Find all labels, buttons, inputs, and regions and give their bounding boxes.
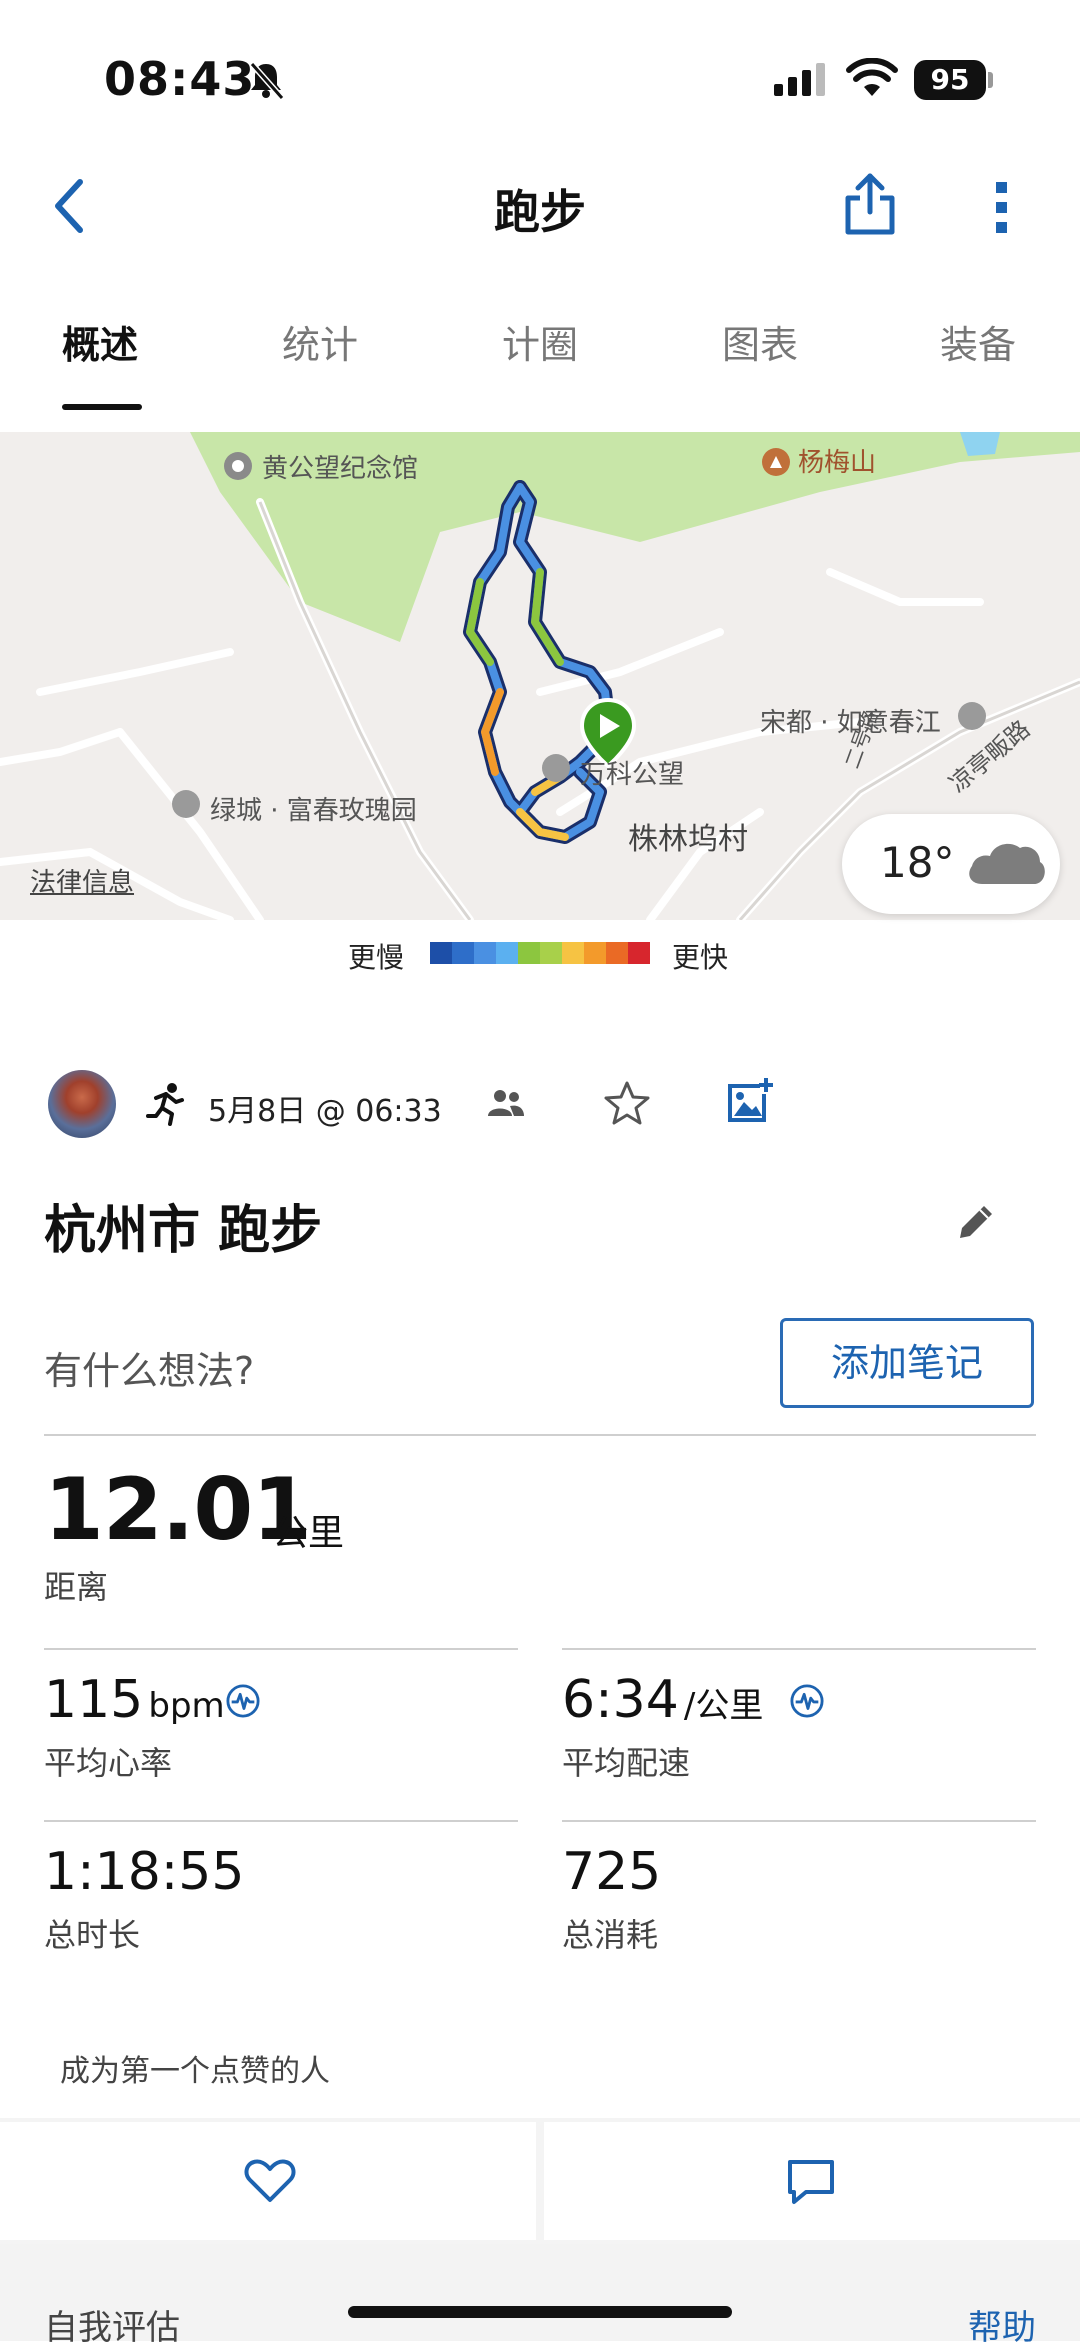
battery-indicator: 95 <box>914 60 986 100</box>
divider <box>44 1820 518 1822</box>
battery-tip <box>988 72 993 88</box>
duration-label: 总时长 <box>44 1916 141 1954</box>
legend-slower-label: 更慢 <box>348 941 405 974</box>
tab-gear[interactable]: 装备 <box>940 314 1016 369</box>
duration-value: 1:18:55 <box>44 1842 245 1902</box>
edit-pencil-icon[interactable] <box>956 1202 996 1242</box>
note-prompt[interactable]: 有什么想法? <box>44 1340 254 1395</box>
legend-swatch <box>496 942 518 964</box>
legend-swatch <box>518 942 540 964</box>
legend-swatch <box>452 942 474 964</box>
wifi-icon <box>846 58 898 96</box>
pace-value: 6:34 <box>562 1670 679 1730</box>
help-link[interactable]: 帮助 <box>968 2300 1036 2349</box>
activity-title: 杭州市 跑步 <box>44 1201 323 1261</box>
legend-swatch <box>540 942 562 964</box>
distance-value: 12.01 <box>44 1460 312 1560</box>
star-icon[interactable] <box>604 1080 650 1126</box>
legend-swatch <box>430 942 452 964</box>
legend-swatch <box>628 942 650 964</box>
privacy-people-icon[interactable] <box>486 1088 526 1118</box>
map-label-lvcheng: 绿城 · 富春玫瑰园 <box>210 796 417 826</box>
add-note-button[interactable]: 添加笔记 <box>780 1318 1034 1408</box>
heart-icon[interactable] <box>244 2158 296 2204</box>
activity-datetime: 5月8日 @ 06:33 <box>208 1094 442 1129</box>
map-label-zhulin: 株林坞村 <box>628 822 748 857</box>
tab-charts[interactable]: 图表 <box>722 314 798 369</box>
tab-overview[interactable]: 概述 <box>62 314 138 369</box>
page-title: 跑步 <box>494 185 586 239</box>
legend-swatch <box>606 942 628 964</box>
silent-bell-icon <box>249 62 285 100</box>
legend-swatch <box>584 942 606 964</box>
weather-temperature: 18° <box>880 838 955 887</box>
distance-label: 距离 <box>44 1568 109 1606</box>
avatar[interactable] <box>48 1070 116 1138</box>
legal-info-link[interactable]: 法律信息 <box>30 862 134 899</box>
legend-swatch <box>562 942 584 964</box>
likes-text: 成为第一个点赞的人 <box>60 2054 330 2089</box>
heart-rate-stat: 115 bpm <box>44 1670 225 1730</box>
divider <box>562 1648 1036 1650</box>
map-label-yangmeishan: 杨梅山 <box>798 448 877 478</box>
pace-unit: /公里 <box>683 1686 764 1726</box>
pace-color-legend <box>430 942 650 964</box>
running-icon <box>146 1083 184 1126</box>
heart-rate-sensor-icon[interactable] <box>226 1684 260 1718</box>
distance-unit: 公里 <box>272 1513 345 1554</box>
map-label-vanke: 万科公望 <box>580 760 685 790</box>
legend-swatch <box>474 942 496 964</box>
divider <box>44 1434 1036 1436</box>
calories-value: 725 <box>562 1842 662 1902</box>
tab-laps[interactable]: 计圈 <box>502 314 578 369</box>
pace-label: 平均配速 <box>562 1744 691 1782</box>
tab-stats[interactable]: 统计 <box>282 314 358 369</box>
comment-icon[interactable] <box>786 2158 836 2206</box>
pace-sensor-icon[interactable] <box>790 1684 824 1718</box>
calories-label: 总消耗 <box>562 1916 659 1954</box>
divider <box>562 1820 1036 1822</box>
heart-rate-value: 115 <box>44 1670 144 1730</box>
divider <box>44 1648 518 1650</box>
heart-rate-unit: bpm <box>148 1686 225 1726</box>
heart-rate-label: 平均心率 <box>44 1744 173 1782</box>
status-time: 08:43 <box>104 52 256 106</box>
cellular-signal-icon <box>774 63 825 96</box>
cloud-icon <box>969 843 1045 884</box>
share-icon[interactable] <box>842 172 898 236</box>
add-photo-icon[interactable] <box>724 1076 774 1126</box>
legend-faster-label: 更快 <box>672 941 729 974</box>
home-indicator[interactable] <box>348 2306 732 2318</box>
map-label-huanggongwang: 黄公望纪念馆 <box>262 454 419 484</box>
pace-stat: 6:34 /公里 <box>562 1670 763 1730</box>
self-evaluation-label[interactable]: 自我评估 <box>44 2300 180 2349</box>
more-options-icon[interactable] <box>990 180 1014 236</box>
active-tab-indicator <box>62 404 142 410</box>
